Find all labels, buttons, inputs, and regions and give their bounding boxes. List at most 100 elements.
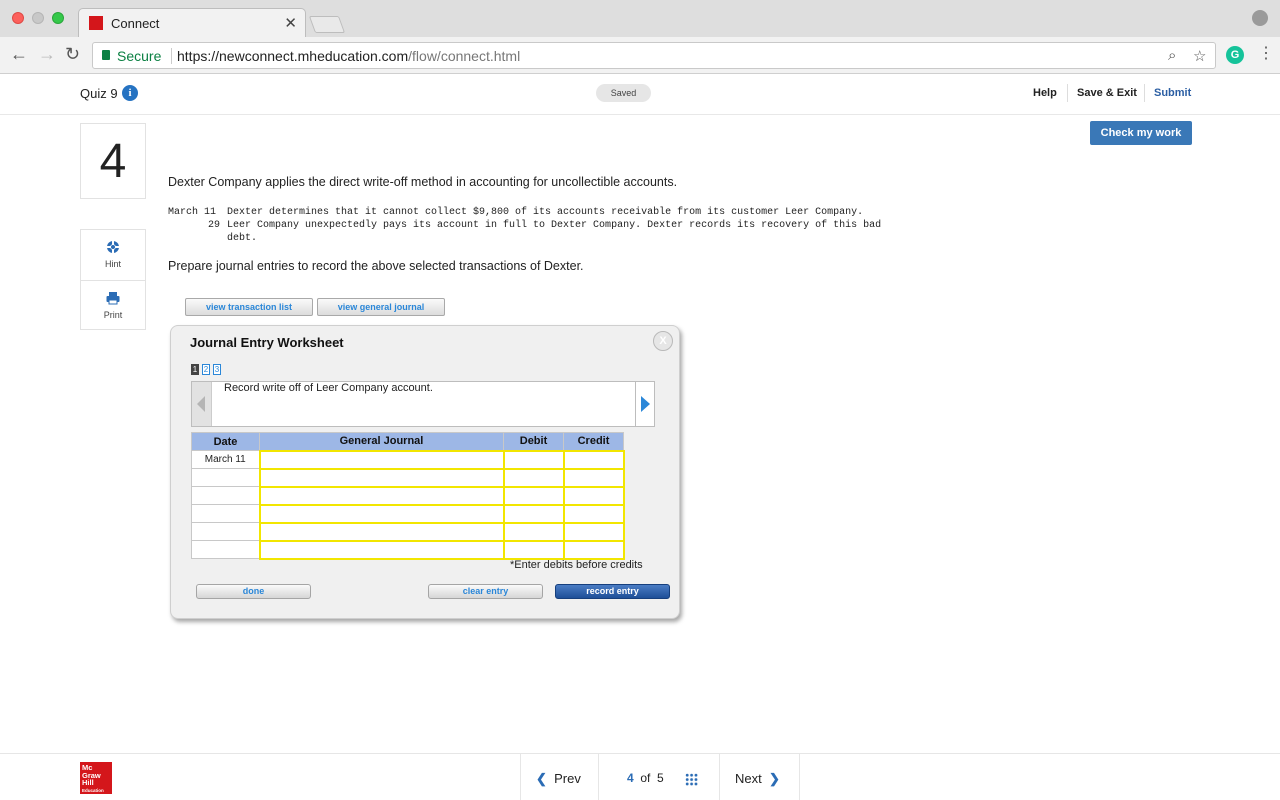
transaction-text: Dexter determines that it cannot collect… <box>227 207 864 218</box>
debit-input[interactable] <box>502 503 565 524</box>
account-input[interactable] <box>258 503 505 524</box>
question-grid-icon[interactable] <box>685 773 698 786</box>
chevron-right-icon: ❯ <box>768 771 780 786</box>
row-date <box>191 468 260 487</box>
entry-description-box: Record write off of Leer Company account… <box>191 381 655 427</box>
tab-title: Connect <box>111 16 160 31</box>
debit-input[interactable] <box>502 467 565 488</box>
row-date: March 11 <box>191 450 260 469</box>
page-indicator[interactable]: 4 of 5 <box>627 771 664 785</box>
view-transaction-list-button[interactable]: view transaction list <box>185 298 313 316</box>
new-tab-button[interactable] <box>308 16 346 33</box>
print-button[interactable]: Print <box>81 281 145 331</box>
zoom-icon[interactable]: ⌕ <box>1168 47 1176 64</box>
tools-rail: Hint Print <box>80 229 146 330</box>
previous-entry-arrow-icon[interactable] <box>192 382 212 426</box>
debit-input[interactable] <box>502 485 565 506</box>
quiz-title: Quiz 9 <box>80 86 118 101</box>
account-input[interactable] <box>258 539 505 560</box>
debit-input[interactable] <box>502 539 565 560</box>
info-icon[interactable]: i <box>122 85 138 101</box>
transaction-text: debt. <box>227 233 258 244</box>
credit-input[interactable] <box>562 521 625 542</box>
transaction-date: 29 <box>208 220 221 231</box>
credit-input[interactable] <box>562 449 625 470</box>
row-date <box>191 504 260 523</box>
browser-tab[interactable]: Connect ✕ <box>78 8 306 37</box>
next-button[interactable]: Next ❯ <box>735 771 780 787</box>
question-instruction: Prepare journal entries to record the ab… <box>168 259 584 273</box>
hint-button[interactable]: Hint <box>81 230 145 280</box>
close-icon[interactable]: X <box>653 331 673 351</box>
lifebuoy-icon <box>106 240 120 254</box>
submit-link[interactable]: Submit <box>1154 87 1191 99</box>
browser-menu-icon[interactable]: ⋮ <box>1258 43 1274 63</box>
table-row <box>191 485 625 506</box>
account-input[interactable] <box>258 449 505 470</box>
help-link[interactable]: Help <box>1033 87 1057 99</box>
account-input[interactable] <box>258 521 505 542</box>
minimize-window-button[interactable] <box>32 12 44 24</box>
footer-divider <box>719 754 720 800</box>
mcgraw-hill-logo: Mc Graw Hill Education <box>80 762 112 794</box>
transaction-date: March 11 <box>168 207 217 218</box>
address-divider <box>171 48 172 64</box>
browser-toolbar: ← → ↻ Secure https://newconnect.mheducat… <box>0 37 1280 74</box>
address-bar[interactable]: Secure https://newconnect.mheducation.co… <box>92 42 1216 69</box>
question-number: 4 <box>80 123 146 199</box>
credit-input[interactable] <box>562 467 625 488</box>
column-header-credit: Credit <box>563 432 624 451</box>
debit-input[interactable] <box>502 449 565 470</box>
footer-divider <box>520 754 521 800</box>
save-exit-link[interactable]: Save & Exit <box>1077 87 1137 99</box>
table-row <box>191 521 625 542</box>
forward-arrow-icon[interactable]: → <box>38 44 56 65</box>
check-my-work-button[interactable]: Check my work <box>1090 121 1192 145</box>
reload-icon[interactable]: ↻ <box>65 44 80 65</box>
account-input[interactable] <box>258 467 505 488</box>
print-label: Print <box>103 310 123 320</box>
transaction-text: Leer Company unexpectedly pays its accou… <box>227 220 882 231</box>
worksheet-page-1[interactable]: 1 <box>191 364 199 375</box>
logo-line: Hill <box>82 778 94 787</box>
prev-button[interactable]: ❮ Prev <box>536 771 581 787</box>
grammarly-extension-icon[interactable]: G <box>1226 46 1244 64</box>
saved-status-badge: Saved <box>596 84 651 102</box>
back-arrow-icon[interactable]: ← <box>10 44 28 65</box>
credit-input[interactable] <box>562 485 625 506</box>
url-host: https://newconnect.mheducation.com <box>177 48 409 64</box>
close-window-button[interactable] <box>12 12 24 24</box>
column-header-general-journal: General Journal <box>259 432 504 451</box>
of-label: of <box>640 771 651 785</box>
bookmark-star-icon[interactable]: ☆ <box>1193 47 1206 65</box>
credit-input[interactable] <box>562 503 625 524</box>
table-row <box>191 539 625 560</box>
table-row <box>191 467 625 488</box>
tab-close-icon[interactable]: ✕ <box>284 14 297 32</box>
row-date <box>191 522 260 541</box>
clear-entry-button[interactable]: clear entry <box>428 584 543 599</box>
mcgraw-hill-favicon-icon <box>89 16 103 30</box>
credit-input[interactable] <box>562 539 625 560</box>
row-date <box>191 486 260 505</box>
debit-input[interactable] <box>502 521 565 542</box>
header-divider <box>1067 84 1068 102</box>
printer-icon <box>106 292 120 305</box>
debits-before-credits-note: *Enter debits before credits <box>510 559 643 571</box>
next-entry-arrow-icon[interactable] <box>635 381 655 427</box>
maximize-window-button[interactable] <box>52 12 64 24</box>
url-text[interactable]: https://newconnect.mheducation.com/flow/… <box>177 48 520 64</box>
done-button[interactable]: done <box>196 584 311 599</box>
worksheet-page-3[interactable]: 3 <box>213 364 221 375</box>
profile-icon[interactable] <box>1252 10 1268 26</box>
worksheet-page-2[interactable]: 2 <box>202 364 210 375</box>
table-row <box>191 503 625 524</box>
record-entry-button[interactable]: record entry <box>555 584 670 599</box>
url-path: /flow/connect.html <box>408 48 521 64</box>
secure-label: Secure <box>117 48 162 64</box>
entry-description: Record write off of Leer Company account… <box>224 382 433 394</box>
account-input[interactable] <box>258 485 505 506</box>
view-general-journal-button[interactable]: view general journal <box>317 298 445 316</box>
current-question: 4 <box>627 771 634 785</box>
next-label: Next <box>735 771 762 786</box>
